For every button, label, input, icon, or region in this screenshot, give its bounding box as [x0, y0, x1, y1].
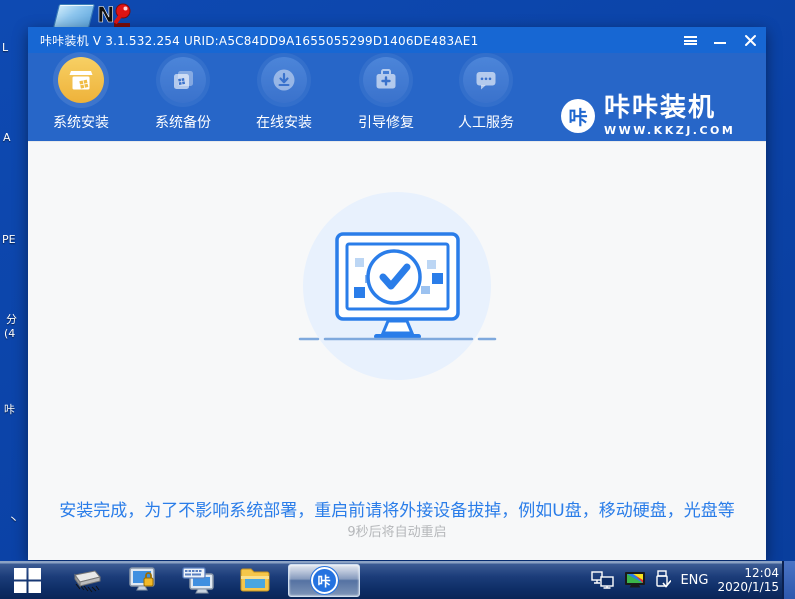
window-titlebar: 咔咔装机 V 3.1.532.254 URID:A5C84DD9A1655055… [28, 27, 766, 53]
desktop-folder-icon[interactable] [53, 4, 95, 28]
start-button[interactable] [4, 563, 50, 597]
desktop-label-fragment: (4 [4, 328, 15, 340]
nav-label: 系统备份 [155, 112, 211, 132]
usb-safely-remove-icon[interactable] [655, 570, 671, 590]
minimize-button[interactable] [712, 32, 728, 48]
nav-label: 引导修复 [358, 112, 414, 132]
desktop-label-fragment: 咔 [4, 404, 15, 416]
taskbar-onscreen-keyboard[interactable] [180, 563, 218, 597]
nav-label: 人工服务 [458, 112, 514, 132]
desktop: N L A PE 分 (4 咔 丶 咔咔装机 V 3.1.532.254 URI… [0, 0, 795, 599]
chat-bubble-icon [463, 57, 509, 103]
monitor-lock-icon [127, 566, 159, 594]
nav-item-human-service[interactable]: 人工服务 [444, 57, 528, 132]
desktop-nkey-icon[interactable]: N [96, 2, 136, 28]
taskbar-file-explorer[interactable] [236, 563, 274, 597]
taskbar-clock[interactable]: 12:04 2020/1/15 [717, 566, 779, 594]
brand-url: WWW.KKZJ.COM [604, 124, 735, 137]
nav-bar: 系统安装 系统备份 [28, 53, 766, 141]
display-color-icon[interactable] [624, 571, 646, 589]
desktop-label-fragment: PE [2, 234, 16, 246]
nav-label: 在线安装 [256, 112, 312, 132]
n-key-icon: N [96, 2, 136, 30]
system-tray: ENG 12:04 2020/1/15 [591, 561, 779, 599]
menu-button[interactable] [682, 32, 698, 48]
memory-chip-icon [71, 567, 103, 593]
completion-message: 安装完成，为了不影响系统部署，重启前请将外接设备拔掉，例如U盘，移动硬盘，光盘等 [28, 496, 766, 521]
repair-kit-icon [363, 57, 409, 103]
backup-windows-icon [160, 57, 206, 103]
windows-start-icon [14, 568, 41, 593]
kaka-logo-icon: 咔 [561, 99, 595, 133]
network-icon[interactable] [591, 571, 615, 589]
desktop-label-fragment: 分 [6, 314, 17, 326]
language-indicator[interactable]: ENG [680, 573, 708, 588]
close-button[interactable] [742, 32, 758, 48]
monitor-check-illustration [267, 186, 527, 386]
nav-item-online-install[interactable]: 在线安装 [242, 57, 326, 132]
nav-item-system-install[interactable]: 系统安装 [39, 57, 123, 132]
kaka-app-icon: 咔 [311, 567, 338, 594]
main-content: 安装完成，为了不影响系统部署，重启前请将外接设备拔掉，例如U盘，移动硬盘，光盘等… [28, 141, 766, 560]
taskbar-display-settings[interactable] [124, 563, 162, 597]
desktop-label-fragment: L [2, 42, 8, 54]
close-icon [744, 34, 757, 47]
keyboard-monitor-icon [182, 566, 216, 594]
nav-item-system-backup[interactable]: 系统备份 [141, 57, 225, 132]
brand-name: 咔咔装机 [604, 95, 735, 121]
menu-icon [684, 36, 697, 45]
reboot-countdown: 9秒后将自动重启 [28, 521, 766, 540]
taskbar-kaka-app-active[interactable]: 咔 [288, 564, 360, 597]
install-box-icon [58, 57, 104, 103]
svg-text:N: N [97, 3, 115, 27]
kaka-installer-window: 咔咔装机 V 3.1.532.254 URID:A5C84DD9A1655055… [28, 27, 766, 560]
nav-item-boot-repair[interactable]: 引导修复 [344, 57, 428, 132]
folder-icon [239, 567, 271, 593]
download-circle-icon [261, 57, 307, 103]
desktop-label-fragment: 丶 [8, 514, 19, 526]
show-desktop-button[interactable] [782, 561, 795, 599]
taskbar: 咔 ENG 12: [0, 561, 795, 599]
clock-date: 2020/1/15 [717, 580, 779, 594]
brand-logo: 咔 咔咔装机 WWW.KKZJ.COM [561, 95, 735, 137]
window-title: 咔咔装机 V 3.1.532.254 URID:A5C84DD9A1655055… [40, 32, 478, 49]
clock-time: 12:04 [717, 566, 779, 580]
desktop-label-fragment: A [3, 132, 11, 144]
minimize-icon [714, 42, 726, 44]
nav-label: 系统安装 [53, 112, 109, 132]
taskbar-memory-tool[interactable] [68, 563, 106, 597]
